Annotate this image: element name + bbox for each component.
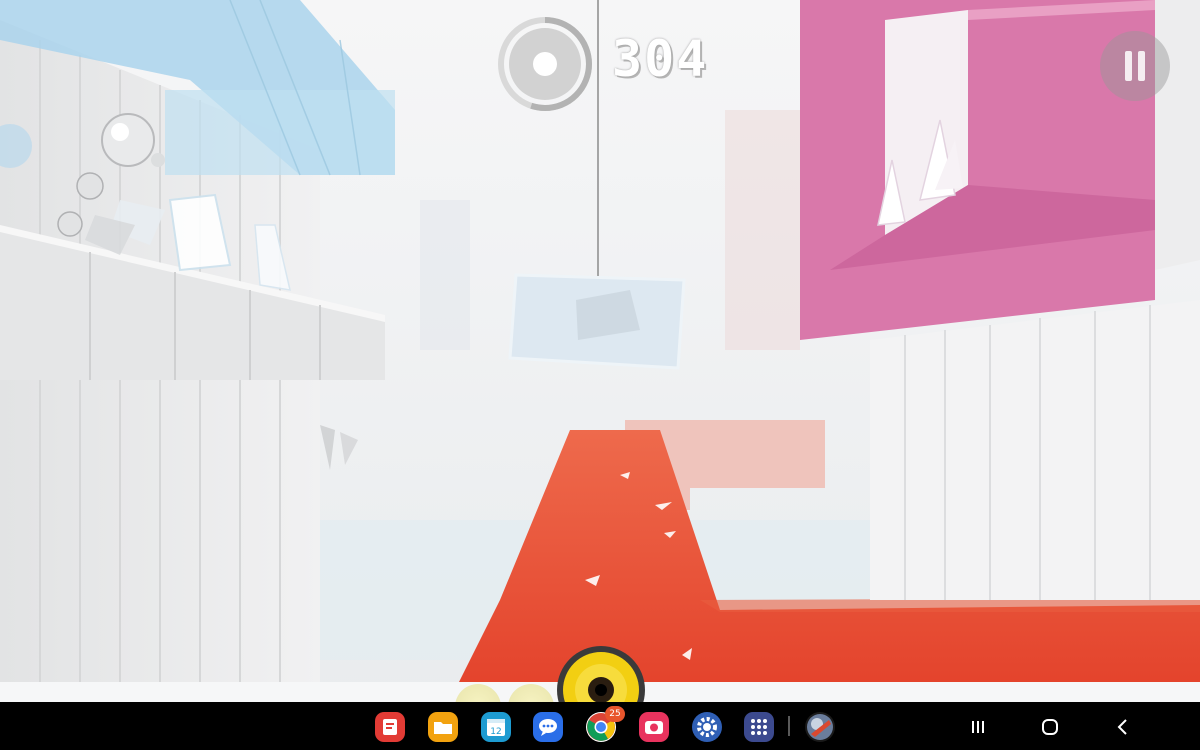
- score-counter: 304: [612, 30, 709, 88]
- calendar-date: 12: [490, 727, 501, 737]
- taskbar-divider: [788, 716, 790, 736]
- game-scene: [0, 0, 1200, 702]
- back-button[interactable]: [1108, 712, 1138, 742]
- app-drawer-icon[interactable]: [744, 712, 774, 742]
- calendar-icon[interactable]: 12: [481, 712, 511, 742]
- game-viewport[interactable]: 304: [0, 0, 1200, 702]
- notes-app-icon[interactable]: [375, 712, 405, 742]
- camera-icon[interactable]: [639, 712, 669, 742]
- ball-meter: [497, 16, 593, 112]
- pause-icon: [1125, 51, 1132, 81]
- settings-icon[interactable]: [692, 712, 722, 742]
- recents-button[interactable]: [963, 712, 993, 742]
- notification-badge: 25: [605, 706, 625, 722]
- messages-icon[interactable]: [533, 712, 563, 742]
- my-files-icon[interactable]: [428, 712, 458, 742]
- home-button[interactable]: [1035, 712, 1065, 742]
- smash-hit-icon[interactable]: [805, 712, 835, 742]
- throw-ball-button[interactable]: [555, 644, 647, 702]
- pause-button[interactable]: [1100, 31, 1170, 101]
- ball-icon: [533, 52, 557, 76]
